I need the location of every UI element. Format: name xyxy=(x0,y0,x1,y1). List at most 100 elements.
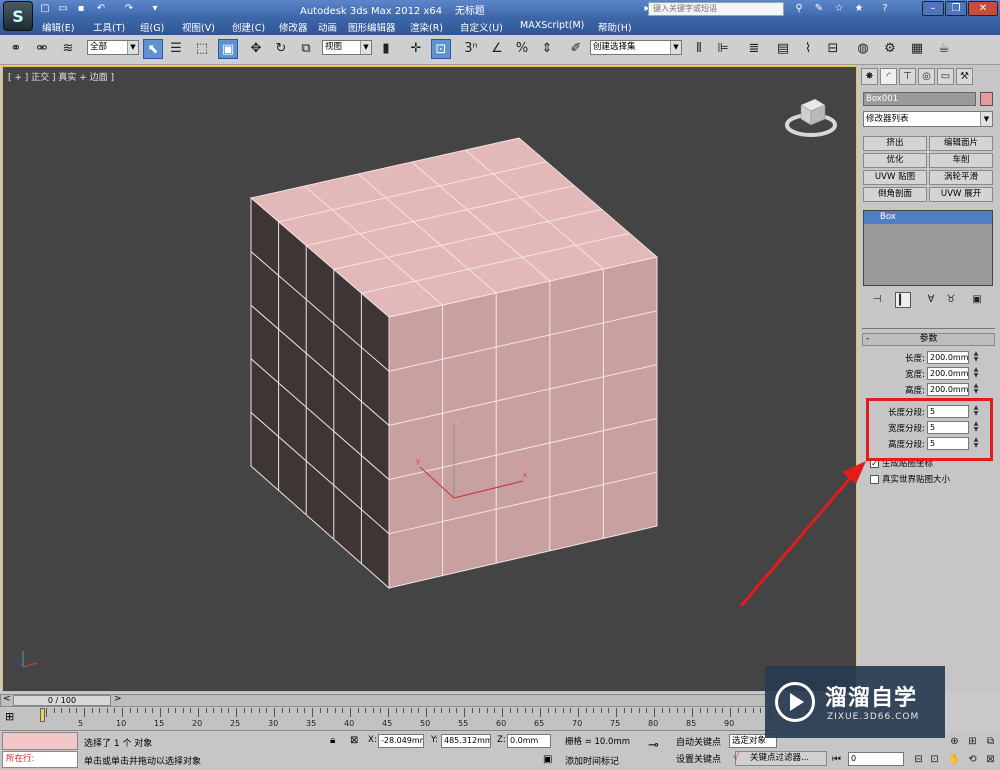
menu-group[interactable]: 组(G) xyxy=(140,20,164,34)
maximize-viewport-icon[interactable]: ⧉ xyxy=(984,735,997,748)
time-next-arrow-icon[interactable]: > xyxy=(114,694,122,704)
key-mode-icon[interactable]: √ xyxy=(733,752,739,763)
quick-access-dropdown-icon[interactable]: ▾ xyxy=(148,2,162,16)
percent-snap-icon[interactable]: % xyxy=(512,39,532,59)
pan-view-icon[interactable]: ✋ xyxy=(948,753,961,766)
length-input[interactable]: 200.0mm xyxy=(927,351,969,364)
binoculars-icon[interactable]: ⚲ xyxy=(792,2,806,16)
pivot-center-icon[interactable]: ▮ xyxy=(376,39,396,59)
zoom-all-icon[interactable]: ⊞ xyxy=(966,735,979,748)
layer-manager-icon[interactable]: ≣ xyxy=(744,39,764,59)
menu-create[interactable]: 创建(C) xyxy=(232,20,265,34)
stack-item-box[interactable]: Box xyxy=(864,211,992,224)
time-slider[interactable]: < 0 / 100 > xyxy=(0,694,857,707)
key-filters-button[interactable]: 关键点过滤器... xyxy=(735,751,827,766)
time-slider-thumb[interactable]: 0 / 100 xyxy=(13,695,111,706)
utilities-tab-icon[interactable]: ⚒ xyxy=(956,68,973,85)
current-frame-input[interactable]: 0 xyxy=(848,752,904,766)
angle-snap-icon[interactable]: ∠ xyxy=(487,39,507,59)
edit-named-selection-icon[interactable]: ✐ xyxy=(566,39,586,59)
window-crossing-icon[interactable]: ▣ xyxy=(218,39,238,59)
modifier-button-optimize[interactable]: 优化 xyxy=(863,153,927,168)
graphite-tools-icon[interactable]: ▤ xyxy=(773,39,793,59)
set-key-icon[interactable]: ⊸ xyxy=(648,738,659,753)
menu-views[interactable]: 视图(V) xyxy=(182,20,215,34)
min-max-toggle-icon[interactable]: ⊠ xyxy=(984,753,997,766)
absolute-mode-icon[interactable]: ⊠ xyxy=(350,735,358,746)
width-input[interactable]: 200.0mm xyxy=(927,367,969,380)
set-key-button[interactable]: 设置关键点 xyxy=(676,752,721,765)
rotate-icon[interactable]: ↻ xyxy=(271,39,291,59)
show-end-result-icon[interactable]: ▎ xyxy=(895,292,911,308)
communication-icon[interactable]: ☆ xyxy=(832,2,846,16)
auto-key-button[interactable]: 自动关键点 xyxy=(676,735,721,748)
height-input[interactable]: 200.0mm xyxy=(927,383,969,396)
maximize-button[interactable]: ❐ xyxy=(945,1,967,16)
close-button[interactable]: ✕ xyxy=(968,1,998,16)
modifier-button-bevel-profile[interactable]: 倒角剖面 xyxy=(863,187,927,202)
z-coord-input[interactable]: 0.0mm xyxy=(507,734,551,748)
time-config-icon[interactable]: ⊟ xyxy=(912,753,925,766)
current-time-marker[interactable] xyxy=(40,708,45,722)
object-color-swatch[interactable] xyxy=(980,92,993,106)
select-manipulate-icon[interactable]: ✛ xyxy=(406,39,426,59)
create-tab-icon[interactable]: ✸ xyxy=(861,68,878,85)
unlink-icon[interactable]: ⚮ xyxy=(32,39,52,59)
track-bar[interactable]: ⊞ 5 10 15 20 25 30 35 40 45 50 55 60 65 … xyxy=(0,708,857,731)
modifier-button-turbosmooth[interactable]: 涡轮平滑 xyxy=(929,170,993,185)
remove-modifier-icon[interactable]: ♉ xyxy=(943,292,959,308)
menu-maxscript[interactable]: MAXScript(M) xyxy=(520,20,584,31)
search-input[interactable]: 键入关键字或短语 xyxy=(648,2,784,16)
menu-tools[interactable]: 工具(T) xyxy=(93,20,125,34)
menu-customize[interactable]: 自定义(U) xyxy=(460,20,503,34)
display-tab-icon[interactable]: ▭ xyxy=(937,68,954,85)
help-icon[interactable]: ? xyxy=(878,2,892,16)
menu-graph-editors[interactable]: 图形编辑器 xyxy=(348,20,396,34)
menu-animation[interactable]: 动画 xyxy=(318,20,337,34)
time-prev-arrow-icon[interactable]: < xyxy=(3,694,11,704)
zoom-icon[interactable]: ⊕ xyxy=(948,735,961,748)
modifier-button-extrude[interactable]: 挤出 xyxy=(863,136,927,151)
undo-icon[interactable]: ↶ xyxy=(94,2,108,16)
parameters-rollout-header[interactable]: - 参数 xyxy=(862,333,995,346)
y-coord-input[interactable]: 485.312mm xyxy=(441,734,491,748)
spinner-snap-icon[interactable]: ⇕ xyxy=(537,39,557,59)
align-icon[interactable]: ⊫ xyxy=(713,39,733,59)
minimize-button[interactable]: – xyxy=(922,1,944,16)
menu-edit[interactable]: 编辑(E) xyxy=(42,20,74,34)
schematic-view-icon[interactable]: ⊟ xyxy=(823,39,843,59)
favorites-icon[interactable]: ★ xyxy=(852,2,866,16)
named-selection-dropdown[interactable]: 创建选择集 ▼ xyxy=(590,40,682,55)
rendered-frame-window-icon[interactable]: ▦ xyxy=(907,39,927,59)
reference-coordinate-dropdown[interactable]: 视图 ▼ xyxy=(322,40,372,55)
save-file-icon[interactable]: ▪ xyxy=(74,2,88,16)
redo-icon[interactable]: ↷ xyxy=(122,2,136,16)
rect-selection-icon[interactable]: ⬚ xyxy=(192,39,212,59)
viewcube-icon[interactable] xyxy=(785,91,845,139)
menu-rendering[interactable]: 渲染(R) xyxy=(410,20,443,34)
select-by-name-icon[interactable]: ☰ xyxy=(166,39,186,59)
subscription-icon[interactable]: ✎ xyxy=(812,2,826,16)
modifier-button-uvw-map[interactable]: UVW 贴图 xyxy=(863,170,927,185)
orbit-icon[interactable]: ⟲ xyxy=(966,753,979,766)
keyboard-shortcut-override-icon[interactable]: ⊡ xyxy=(431,39,451,59)
maxscript-line-box[interactable]: 所在行: xyxy=(2,751,78,768)
mini-curve-editor-icon[interactable]: ⊞ xyxy=(5,710,25,728)
mirror-icon[interactable]: ⫴ xyxy=(689,39,709,59)
goto-start-icon[interactable]: ⏮ xyxy=(830,753,843,766)
scale-icon[interactable]: ⧉ xyxy=(296,39,316,59)
maxscript-listener-box[interactable] xyxy=(2,732,78,750)
menu-modifiers[interactable]: 修改器 xyxy=(279,20,308,34)
snaps-toggle-icon[interactable]: 3ⁿ xyxy=(461,39,481,59)
perspective-viewport[interactable]: [ + ] 正交 ] 真实 + 边面 ] z x y xyxy=(2,66,857,692)
render-setup-icon[interactable]: ⚙ xyxy=(880,39,900,59)
modifier-list-dropdown[interactable]: 修改器列表 ▼ xyxy=(863,111,993,127)
make-unique-icon[interactable]: ∀ xyxy=(923,292,939,308)
x-coord-input[interactable]: -28.049mm xyxy=(378,734,424,748)
material-editor-icon[interactable]: ◍ xyxy=(853,39,873,59)
new-file-icon[interactable]: ▢ xyxy=(38,2,52,16)
bind-space-warp-icon[interactable]: ≋ xyxy=(58,39,78,59)
open-file-icon[interactable]: ▭ xyxy=(56,2,70,16)
modifier-button-lathe[interactable]: 车削 xyxy=(929,153,993,168)
lock-selection-icon[interactable]: 🔒︎ xyxy=(330,735,335,746)
